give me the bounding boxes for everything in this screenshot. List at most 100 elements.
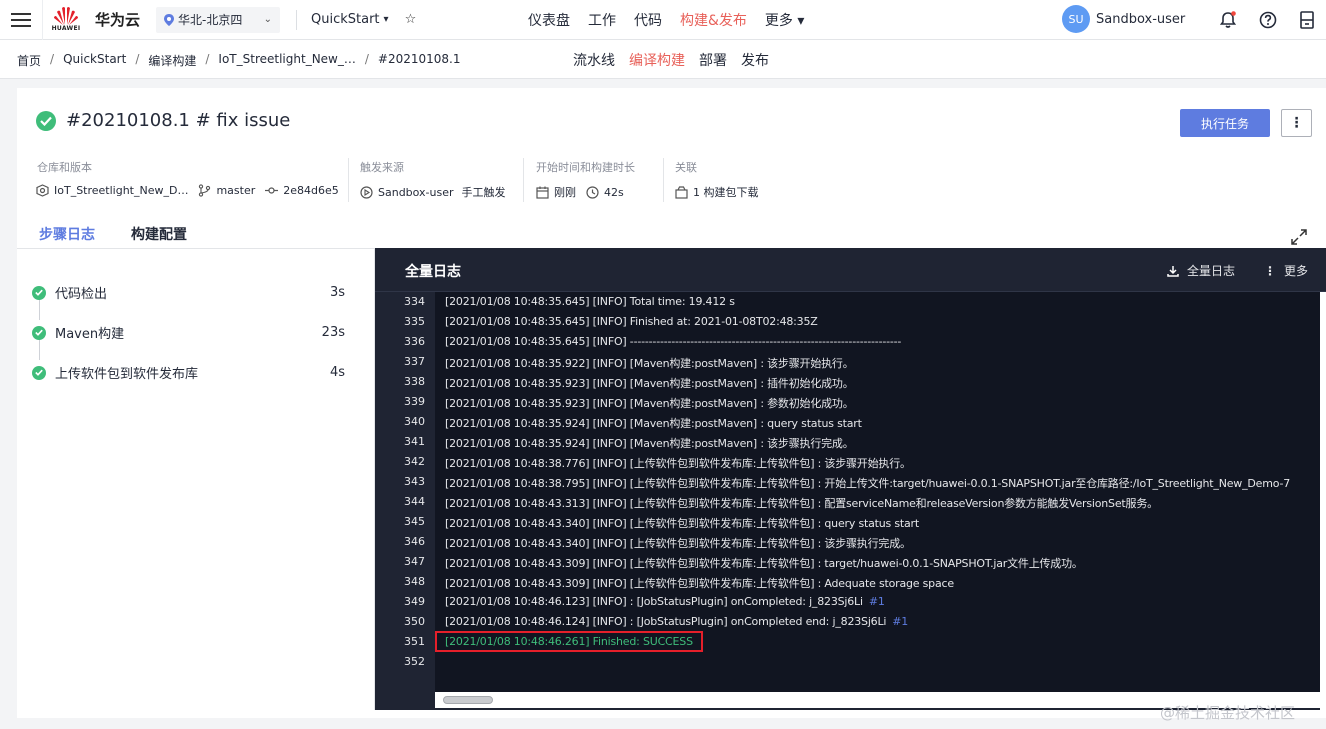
success-check-icon <box>32 285 46 300</box>
log-body[interactable]: 334 335 336 337 338 339 340 341 342 343 344 345 346 3… <box>375 292 1320 692</box>
log-more-button[interactable]: ⋮ 更多 <box>1264 262 1308 279</box>
log-line-text: [2021/01/08 10:48:46.124] [INFO] : [JobS… <box>445 615 887 628</box>
divider <box>663 158 664 202</box>
line-number: 352 <box>404 655 425 668</box>
commit-icon <box>265 187 279 194</box>
breadcrumb-home[interactable]: 首页 <box>17 52 41 69</box>
subtab-release[interactable]: 发布 <box>741 50 769 70</box>
region-label: 华北-北京四 <box>178 13 243 27</box>
log-line: [2021/01/08 10:48:35.923] [INFO] [Maven构… <box>445 395 854 411</box>
star-icon[interactable]: ☆ <box>405 12 417 27</box>
line-numbers: 334 335 336 337 338 339 340 341 342 343 344 345 346 3… <box>375 292 435 692</box>
step-item[interactable]: Maven构建 23s <box>32 323 345 342</box>
subtab-compile-build[interactable]: 编译构建 <box>629 50 685 70</box>
log-line-text: [2021/01/08 10:48:38.776] [INFO] [上传软件包到… <box>445 457 911 470</box>
log-more-label: 更多 <box>1284 264 1309 278</box>
run-task-button[interactable]: 执行任务 <box>1180 109 1270 137</box>
watermark: @稀土掘金技术社区 <box>1160 704 1296 722</box>
huawei-logo[interactable]: HUAWEI 华为云 <box>42 0 140 40</box>
download-full-log-button[interactable]: 全量日志 <box>1167 262 1235 279</box>
more-vertical-icon: ⋮ <box>1264 263 1276 278</box>
download-icon <box>1167 265 1179 277</box>
breadcrumb-build[interactable]: 编译构建 <box>148 52 196 69</box>
nav-code[interactable]: 代码 <box>634 10 662 30</box>
log-line: [2021/01/08 10:48:43.340] [INFO] [上传软件包到… <box>445 535 911 551</box>
nav-work[interactable]: 工作 <box>588 10 616 30</box>
log-panel: 全量日志 全量日志 ⋮ 更多 334 335 336 337 338 339 340 341 3… <box>375 248 1326 710</box>
log-line-text: [2021/01/08 10:48:35.645] [INFO] -------… <box>445 335 902 348</box>
package-download-link[interactable]: 1 构建包下载 <box>675 184 759 200</box>
nav-build-release[interactable]: 构建&发布 <box>680 10 747 30</box>
duration: 42s <box>586 186 624 199</box>
step-item[interactable]: 代码检出 3s <box>32 283 345 302</box>
download-label: 全量日志 <box>1187 264 1236 278</box>
step-duration: 23s <box>321 325 345 340</box>
repo-icon <box>36 184 49 197</box>
region-selector[interactable]: 华北-北京四 ⌄ <box>156 6 281 33</box>
bell-icon[interactable] <box>1218 10 1238 30</box>
success-check-icon <box>36 110 56 131</box>
log-line-text: [2021/01/08 10:48:35.924] [INFO] [Maven构… <box>445 437 854 450</box>
username: Sandbox-user <box>1096 11 1186 27</box>
log-line-text: [2021/01/08 10:48:43.340] [INFO] [上传软件包到… <box>445 537 911 550</box>
nav-more[interactable]: 更多 ▾ <box>765 10 804 30</box>
log-line: [2021/01/08 10:48:38.776] [INFO] [上传软件包到… <box>445 455 911 471</box>
log-line: [2021/01/08 10:48:43.313] [INFO] [上传软件包到… <box>445 495 1158 511</box>
log-line: [2021/01/08 10:48:46.123] [INFO] : [JobS… <box>445 595 885 608</box>
step-duration: 4s <box>329 365 345 380</box>
main-nav: 仪表盘 工作 代码 构建&发布 更多 ▾ <box>528 0 822 40</box>
start-time: 刚刚 <box>536 184 576 200</box>
vertical-scrollbar[interactable] <box>1320 292 1326 710</box>
related-label: 关联 <box>675 161 697 174</box>
nav-more-label: 更多 <box>764 13 793 29</box>
log-line: [2021/01/08 10:48:35.645] [INFO] -------… <box>445 335 901 348</box>
project-name: QuickStart <box>311 12 380 27</box>
line-number: 341 <box>404 435 425 448</box>
line-number: 335 <box>404 315 425 328</box>
step-item[interactable]: 上传软件包到软件发布库 4s <box>32 363 345 382</box>
log-line: [2021/01/08 10:48:35.922] [INFO] [Maven构… <box>445 355 854 371</box>
fullscreen-icon[interactable] <box>1290 228 1308 246</box>
trigger-type: 手工触发 <box>461 186 506 199</box>
breadcrumb-separator: / <box>50 52 55 66</box>
help-icon[interactable] <box>1258 10 1278 30</box>
user-menu[interactable]: SU Sandbox-user <box>1062 5 1185 33</box>
commit[interactable]: 2e84d6e5 <box>265 184 339 197</box>
breadcrumb-separator: / <box>205 52 210 66</box>
package-icon <box>675 185 688 199</box>
log-line-text: [2021/01/08 10:48:38.795] [INFO] [上传软件包到… <box>445 477 1291 490</box>
time-label: 开始时间和构建时长 <box>536 161 635 174</box>
subtab-deploy[interactable]: 部署 <box>699 50 727 70</box>
log-line: [2021/01/08 10:48:43.309] [INFO] [上传软件包到… <box>445 555 1083 571</box>
trigger-label: 触发来源 <box>360 161 404 174</box>
step-name: 代码检出 <box>55 287 108 302</box>
log-line-text: [2021/01/08 10:48:46.123] [INFO] : [JobS… <box>445 595 863 608</box>
repo-link[interactable]: IoT_Streetlight_New_D… <box>36 184 188 197</box>
hamburger-icon[interactable] <box>0 0 42 40</box>
project-selector[interactable]: QuickStart ▾ <box>311 12 389 27</box>
step-duration: 3s <box>329 285 345 300</box>
breadcrumb-job[interactable]: IoT_Streetlight_New_… <box>218 52 355 69</box>
time-values: 刚刚 42s <box>536 184 634 200</box>
subtab-pipeline[interactable]: 流水线 <box>573 50 615 70</box>
scrollbar-thumb[interactable] <box>443 696 493 704</box>
line-number: 346 <box>404 535 425 548</box>
branch-icon <box>199 184 211 197</box>
log-header: 全量日志 全量日志 ⋮ 更多 <box>375 248 1326 292</box>
log-line: [2021/01/08 10:48:35.924] [INFO] [Maven构… <box>445 435 854 451</box>
log-line-text: [2021/01/08 10:48:35.922] [INFO] [Maven构… <box>445 357 854 370</box>
job-link[interactable]: #1 <box>892 615 908 628</box>
log-line-text: [2021/01/08 10:48:35.924] [INFO] [Maven构… <box>445 417 862 430</box>
device-icon[interactable] <box>1297 10 1317 30</box>
breadcrumb-project[interactable]: QuickStart <box>63 52 126 69</box>
job-link[interactable]: #1 <box>869 595 885 608</box>
nav-dashboard[interactable]: 仪表盘 <box>528 10 570 30</box>
package-label: 1 构建包下载 <box>693 186 759 199</box>
log-line: [2021/01/08 10:48:38.795] [INFO] [上传软件包到… <box>445 475 1290 491</box>
log-line: [2021/01/08 10:48:35.645] [INFO] Total t… <box>445 295 735 308</box>
location-icon <box>164 13 175 26</box>
line-number: 337 <box>404 355 425 368</box>
chevron-down-icon: ▾ <box>383 14 389 25</box>
chevron-down-icon: ⌄ <box>263 14 273 25</box>
more-options-button[interactable]: ⋮ <box>1281 109 1312 137</box>
